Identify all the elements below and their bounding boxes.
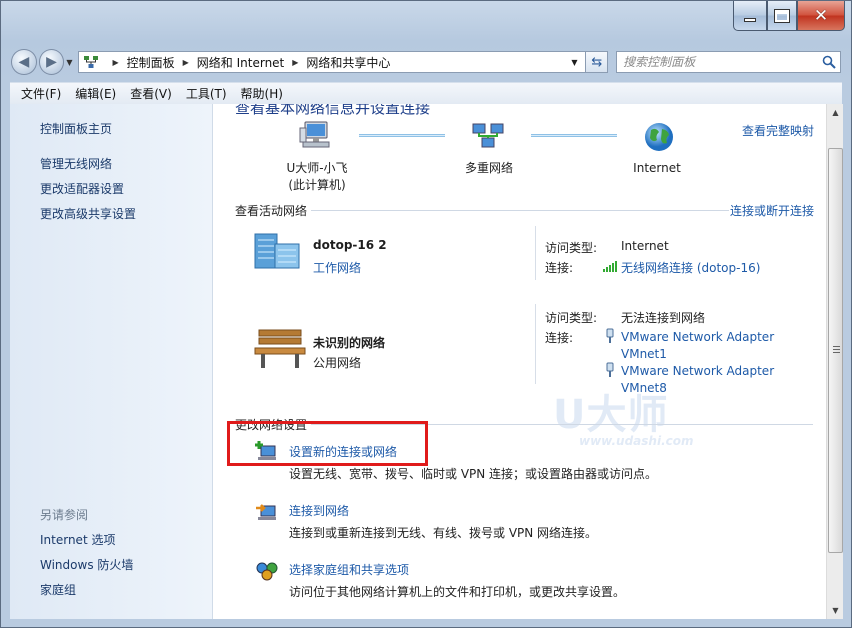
network-1-name: dotop-16 2 xyxy=(313,238,387,252)
scrollbar-grip xyxy=(833,352,840,353)
sidebar-item-advanced-sharing[interactable]: 更改高级共享设置 xyxy=(40,205,136,222)
ethernet-adapter-icon xyxy=(605,362,615,381)
vertical-scrollbar[interactable]: ▲ ▼ xyxy=(826,104,843,619)
chevron-right-icon[interactable]: ▶ xyxy=(292,58,298,67)
computer-node-label: U大师-小飞 (此计算机) xyxy=(265,160,369,194)
see-also-homegroup[interactable]: 家庭组 xyxy=(40,581,76,598)
caption-buttons: ✕ xyxy=(733,1,845,31)
forward-button[interactable]: ▶ xyxy=(38,49,65,75)
network-2-type[interactable]: 公用网络 xyxy=(313,354,361,371)
sidebar-item-adapter-settings[interactable]: 更改适配器设置 xyxy=(40,180,124,197)
connect-disconnect-link[interactable]: 连接或断开连接 xyxy=(730,202,814,219)
control-panel-window: ✕ ◀ ▶ ▼ ▶ 控制面板 ▶ 网络和 Internet ▶ 网络和共享中心 … xyxy=(0,0,852,628)
task-homegroup-desc: 访问位于其他网络计算机上的文件和打印机，或更改共享设置。 xyxy=(289,585,626,599)
close-icon: ✕ xyxy=(813,5,829,26)
network-2-access-type-label: 访问类型: xyxy=(545,311,598,325)
search-box[interactable] xyxy=(616,51,842,73)
building-icon[interactable] xyxy=(253,230,303,272)
network-1-connection-link[interactable]: 无线网络连接 (dotop-16) xyxy=(621,259,760,276)
wifi-signal-icon xyxy=(603,260,619,275)
scrollbar-thumb[interactable] xyxy=(828,148,843,553)
network-2-name: 未识别的网络 xyxy=(313,336,386,350)
maximize-icon xyxy=(774,8,790,23)
network-1-connections-label: 连接: xyxy=(545,261,574,275)
refresh-button[interactable]: ⇆ xyxy=(586,51,609,73)
menu-bar: 文件(F) 编辑(E) 查看(V) 工具(T) 帮助(H) xyxy=(10,82,842,104)
ethernet-adapter-icon xyxy=(605,328,615,347)
connect-network-icon[interactable] xyxy=(255,500,279,522)
maximize-button[interactable] xyxy=(767,1,797,31)
minimize-button[interactable] xyxy=(733,1,767,31)
search-icon[interactable] xyxy=(822,55,836,69)
menu-help[interactable]: 帮助(H) xyxy=(234,85,290,102)
network-1-access-type-label: 访问类型: xyxy=(545,241,598,255)
chevron-right-icon[interactable]: ▶ xyxy=(112,58,118,67)
network-2-connection-vmnet1[interactable]: VMware Network Adapter VMnet1 xyxy=(621,329,791,363)
scroll-down-icon[interactable]: ▼ xyxy=(827,602,844,619)
breadcrumb-network-internet[interactable]: 网络和 Internet xyxy=(197,54,284,71)
see-also-windows-firewall[interactable]: Windows 防火墙 xyxy=(40,556,133,573)
menu-edit[interactable]: 编辑(E) xyxy=(68,85,123,102)
address-bar[interactable]: ▶ 控制面板 ▶ 网络和 Internet ▶ 网络和共享中心 ▼ xyxy=(78,51,587,73)
watermark-url: www.udashi.com xyxy=(579,434,694,448)
main-content: 查看基本网络信息并设置连接 查看完整映射 U大师-小飞 (此计算机) 多重网络 … xyxy=(213,104,826,619)
refresh-icon: ⇆ xyxy=(591,54,603,70)
network-1-access-type-value: Internet xyxy=(621,239,669,253)
network-location-icon xyxy=(82,54,100,70)
network-2-connection-vmnet8[interactable]: VMware Network Adapter VMnet8 xyxy=(621,363,791,397)
map-connection-line xyxy=(531,134,617,137)
computer-name: U大师-小飞 xyxy=(286,161,348,175)
map-connection-line xyxy=(359,134,445,137)
scrollbar-grip xyxy=(833,346,840,347)
view-full-map-link[interactable]: 查看完整映射 xyxy=(742,122,814,139)
see-also-internet-options[interactable]: Internet 选项 xyxy=(40,531,115,548)
network-2-separator xyxy=(535,304,536,384)
breadcrumb-control-panel[interactable]: 控制面板 xyxy=(127,54,175,71)
back-arrow-icon: ◀ xyxy=(18,54,30,70)
breadcrumb-network-sharing-center[interactable]: 网络和共享中心 xyxy=(306,54,390,71)
address-dropdown-icon[interactable]: ▼ xyxy=(565,53,583,71)
network-2-connections-label: 连接: xyxy=(545,331,574,345)
task-homegroup-link[interactable]: 选择家庭组和共享选项 xyxy=(289,561,409,578)
menu-tools[interactable]: 工具(T) xyxy=(179,85,234,102)
multiple-networks-icon[interactable] xyxy=(471,122,505,152)
park-bench-icon[interactable] xyxy=(253,326,307,370)
scroll-up-icon[interactable]: ▲ xyxy=(827,104,844,121)
internet-node-label: Internet xyxy=(633,161,681,175)
homegroup-icon[interactable] xyxy=(255,560,279,582)
task-connect-network-desc: 连接到或重新连接到无线、有线、拨号或 VPN 网络连接。 xyxy=(289,526,598,540)
task-setup-connection-desc: 设置无线、宽带、拨号、临时或 VPN 连接；或设置路由器或访问点。 xyxy=(289,467,658,481)
close-button[interactable]: ✕ xyxy=(797,1,845,31)
recent-pages-dropdown[interactable]: ▼ xyxy=(66,58,72,67)
section-divider xyxy=(311,210,729,211)
chevron-right-icon[interactable]: ▶ xyxy=(183,58,189,67)
back-button[interactable]: ◀ xyxy=(11,49,37,75)
navigation-bar: ◀ ▶ ▼ ▶ 控制面板 ▶ 网络和 Internet ▶ 网络和共享中心 ▼ … xyxy=(11,47,842,77)
computer-icon[interactable] xyxy=(299,120,335,152)
page-title: 查看基本网络信息并设置连接 xyxy=(235,104,431,117)
globe-icon[interactable] xyxy=(643,121,675,153)
highlight-annotation xyxy=(227,421,428,466)
scrollbar-grip xyxy=(833,349,840,350)
network-1-separator xyxy=(535,226,536,280)
forward-arrow-icon: ▶ xyxy=(46,54,57,70)
network-2-access-type-value: 无法连接到网络 xyxy=(621,311,706,325)
task-connect-network-link[interactable]: 连接到网络 xyxy=(289,502,349,519)
multiple-networks-label: 多重网络 xyxy=(464,161,513,175)
network-1-type-link[interactable]: 工作网络 xyxy=(313,259,361,276)
menu-view[interactable]: 查看(V) xyxy=(123,85,179,102)
computer-subtitle: (此计算机) xyxy=(288,178,346,192)
search-input[interactable] xyxy=(623,55,824,69)
menu-file[interactable]: 文件(F) xyxy=(14,85,68,102)
see-also-heading: 另请参阅 xyxy=(40,508,89,522)
sidebar-item-manage-wireless[interactable]: 管理无线网络 xyxy=(40,155,112,172)
minimize-icon xyxy=(744,17,756,22)
active-networks-heading: 查看活动网络 xyxy=(235,204,308,218)
sidebar: 控制面板主页 管理无线网络 更改适配器设置 更改高级共享设置 另请参阅 Inte… xyxy=(10,104,213,619)
sidebar-item-control-panel-home[interactable]: 控制面板主页 xyxy=(40,120,112,137)
